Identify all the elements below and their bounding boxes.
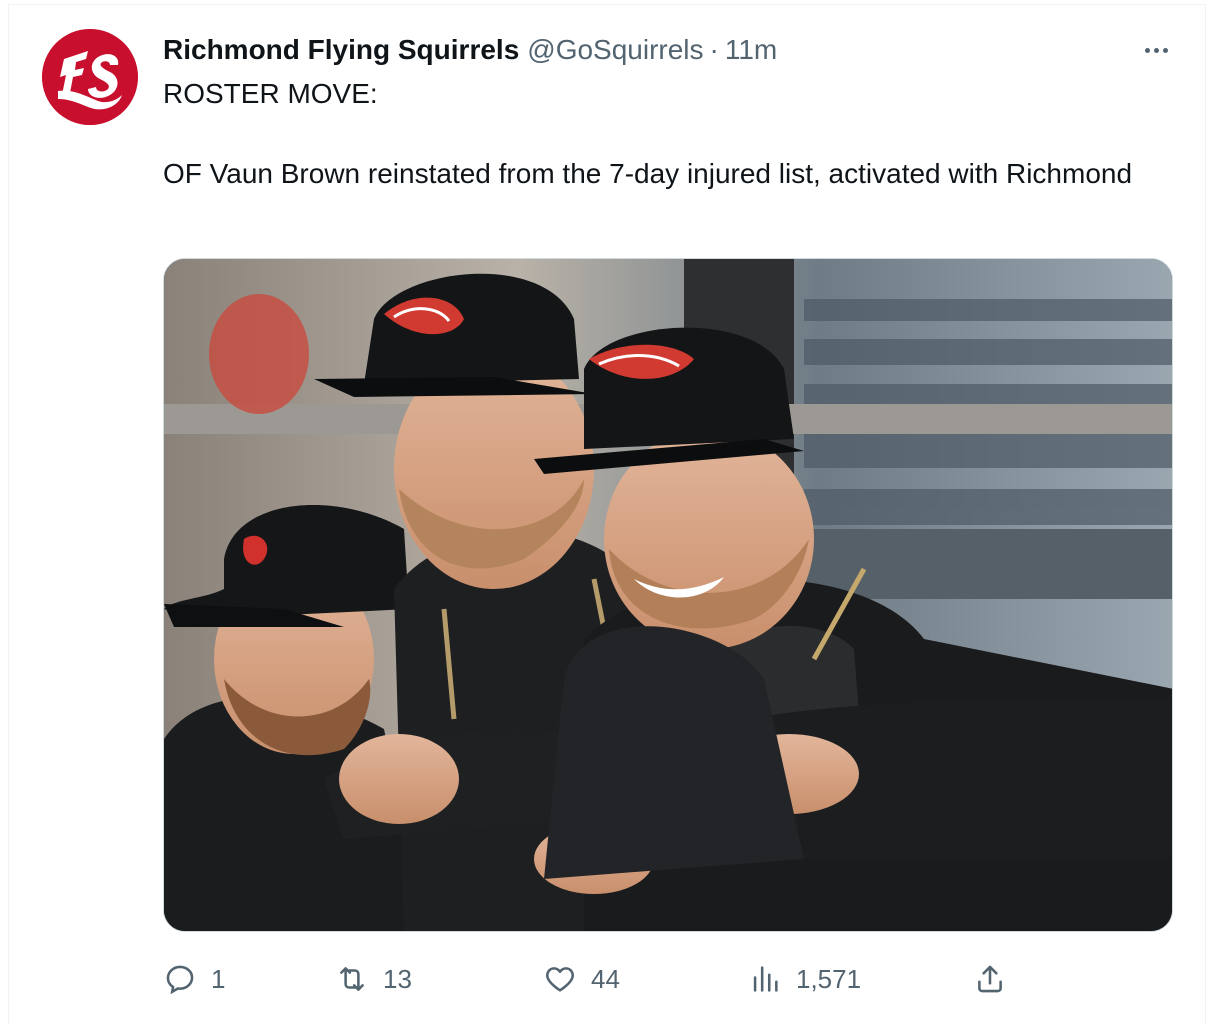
more-dot — [1144, 47, 1150, 53]
timestamp[interactable]: 11m — [725, 30, 777, 70]
separator: · — [709, 34, 719, 65]
share-button[interactable] — [973, 955, 1007, 1003]
views-button[interactable]: 1,571 — [748, 955, 861, 1003]
share-icon — [978, 965, 1002, 993]
author-handle[interactable]: @GoSquirrels — [527, 30, 703, 70]
retweet-button[interactable]: 13 — [335, 955, 412, 1003]
retweet-icon — [340, 967, 364, 991]
tweet-text: ROSTER MOVE: OF Vaun Brown reinstated fr… — [163, 78, 1133, 189]
avatar[interactable] — [42, 29, 138, 125]
more-dot — [1153, 47, 1159, 53]
reply-icon — [166, 965, 194, 995]
like-button[interactable]: 44 — [543, 955, 620, 1003]
like-count: 44 — [591, 963, 620, 994]
flying-squirrels-logo-icon — [42, 29, 138, 125]
reply-count: 1 — [211, 963, 226, 994]
photo-players-in-dugout-icon — [164, 259, 1172, 931]
views-count: 1,571 — [796, 963, 862, 994]
more-options-button[interactable] — [1136, 36, 1176, 64]
reply-button[interactable]: 1 — [163, 955, 225, 1003]
views-icon — [753, 966, 778, 992]
retweet-count: 13 — [383, 963, 412, 994]
author-name[interactable]: Richmond Flying Squirrels — [163, 30, 519, 70]
more-dot — [1162, 47, 1168, 53]
tweet-header: Richmond Flying Squirrels @GoSquirrels ·… — [163, 30, 777, 70]
tweet-photo[interactable] — [163, 258, 1173, 932]
heart-icon — [546, 967, 574, 992]
tweet-actions: 1 13 44 1,571 — [163, 955, 1043, 1003]
